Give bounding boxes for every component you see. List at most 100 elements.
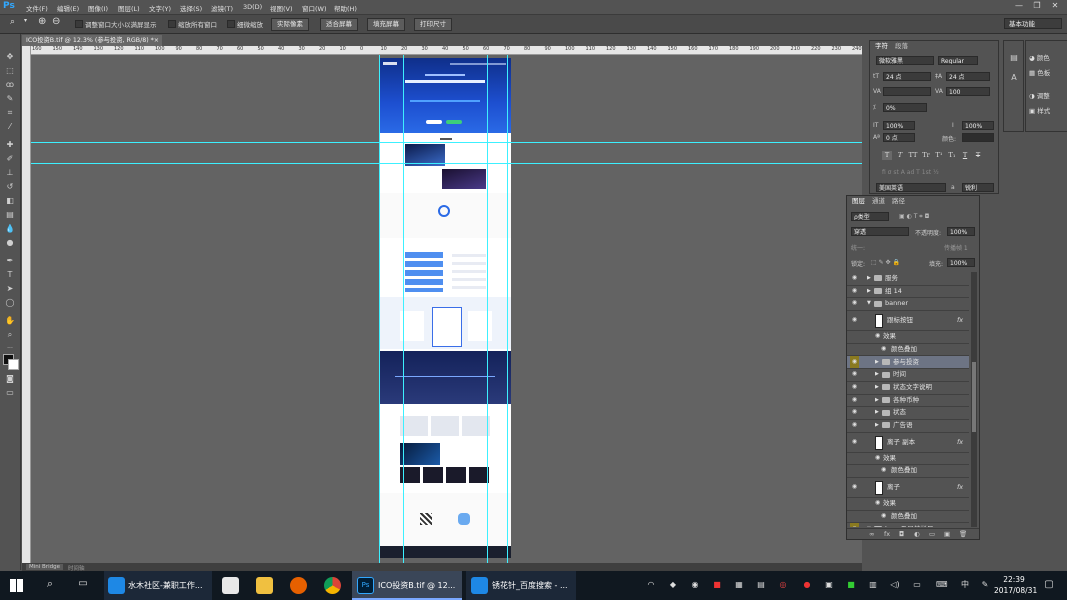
layers-action-icon[interactable]: ▣ [944,530,950,538]
tab-layers[interactable]: 图层 [849,196,868,206]
zoom-out-icon[interactable]: ⊖ [52,16,60,27]
leading-field[interactable]: 24 点 [946,72,990,81]
visibility-eye-icon[interactable]: ◉ [850,297,859,310]
dodge-tool-icon[interactable]: ● [4,238,16,248]
expand-down-icon[interactable]: ▼ [867,523,871,528]
expand-down-icon[interactable]: ▼ [867,297,871,310]
firefox-icon[interactable] [290,577,307,594]
color-panel-button[interactable]: ◕ 颜色 [1029,52,1050,62]
layers-scrollbar[interactable] [971,272,977,527]
lock-icons[interactable]: ⬚ ✎ ✥ 🔒 [871,259,900,266]
character-panel-icon[interactable]: A [1008,73,1020,83]
fx-icon[interactable]: fx [957,477,963,497]
vertical-scale-field[interactable]: 100% [883,121,915,130]
small-caps-button[interactable]: Tr [921,151,931,160]
menu-layer[interactable]: 图层(L) [118,3,140,13]
visibility-eye-icon[interactable]: ◉ [850,381,859,394]
fill-screen-button[interactable]: 填充屏幕 [367,18,405,31]
layer-row[interactable]: ◉ ▼ banner [847,297,969,312]
shape-tool-icon[interactable]: ◯ [4,298,16,308]
tsume-field[interactable]: 0% [883,103,927,112]
font-family-select[interactable]: 微软雅黑 [876,56,934,65]
move-tool-icon[interactable]: ✥ [4,52,16,62]
expand-right-icon[interactable]: ▶ [875,368,879,381]
layer-row[interactable]: ◉ ▶ 广告语 [847,419,969,433]
task-photoshop[interactable]: Ps ICO投资B.tif @ 12... [352,571,462,600]
layer-effect-row[interactable]: ◉ 效果 [847,330,969,344]
tray-app-icon[interactable]: ▤ [756,580,766,590]
tray-app-icon[interactable]: ▦ [734,580,744,590]
resize-windows-checkbox[interactable] [75,20,83,28]
clock[interactable]: 22:39 2017/08/31 [994,574,1037,596]
tab-paths[interactable]: 路径 [889,196,908,206]
layer-row[interactable]: ◉ fx 跟标按钮 [847,310,969,332]
history-brush-icon[interactable]: ↺ [4,182,16,192]
chrome-icon[interactable] [324,577,341,594]
layers-action-icon[interactable]: 🗑 [959,530,967,538]
file-explorer-icon[interactable] [256,577,273,594]
visibility-eye-icon[interactable]: ◉ [850,432,859,452]
layer-filter-icons[interactable]: ▣ ◐ T ⌗ ◘ [899,213,929,221]
zoom-tool-icon[interactable]: ⌕ [10,17,15,27]
fx-icon[interactable]: fx [957,432,963,452]
history-panel-icon[interactable]: ▤ [1008,53,1020,63]
font-style-select[interactable]: Regular [938,56,978,65]
text-color-swatch[interactable] [962,133,994,142]
menu-window[interactable]: 窗口(W) [302,3,327,13]
more-tools-icon[interactable]: ··· [4,344,16,354]
menu-edit[interactable]: 编辑(E) [57,3,79,13]
underline-button[interactable]: T [960,151,970,160]
menu-type[interactable]: 文字(Y) [149,3,171,13]
layer-effect-row[interactable]: ◉ 颜色叠加 [847,343,969,357]
fill-field[interactable]: 100% [947,258,975,267]
menu-filter[interactable]: 滤镜(T) [211,3,233,13]
windows-start-icon[interactable] [10,579,23,592]
document-canvas[interactable] [380,58,511,558]
zoom-all-windows-checkbox[interactable] [168,20,176,28]
task-edge-baidu[interactable]: 锈花针_百度搜索 - ... [466,571,576,600]
tracking-field[interactable]: 100 [946,87,990,96]
tray-app-icon[interactable]: ● [802,580,812,590]
mini-bridge-tab[interactable]: Mini Bridge [26,564,63,570]
layers-action-icon[interactable]: ∞ [869,530,874,538]
document-tab[interactable]: ICO投资B.tif @ 12.3% (参与投资, RGB/8) * × [22,35,162,46]
effect-eye-icon[interactable]: ◉ [881,464,886,477]
adjustments-panel-button[interactable]: ◑ 调整 [1029,90,1050,100]
tray-app-icon[interactable]: ◆ [668,580,678,590]
close-tab-icon[interactable]: × [154,35,159,46]
visibility-eye-icon[interactable]: ◉ [850,355,859,369]
tray-app-icon[interactable]: ■ [712,580,722,590]
fit-screen-button[interactable]: 适合屏幕 [320,18,358,31]
visibility-eye-icon[interactable]: ◉ [850,477,859,497]
baseline-shift-field[interactable]: 0 点 [883,133,915,142]
battery-icon[interactable]: ▭ [912,580,922,590]
layer-row[interactable]: ◉ ▶ 状态文字说明 [847,381,969,395]
all-caps-button[interactable]: TT [908,151,918,160]
tray-app-icon[interactable]: ◎ [778,580,788,590]
screen-mode-icon[interactable]: ▭ [4,388,16,398]
workspace-select[interactable]: 基本功能 [1004,18,1062,29]
swatches-panel-button[interactable]: ▦ 色板 [1029,67,1050,77]
tray-app-icon[interactable]: ▥ [868,580,878,590]
antialias-select[interactable]: 锐利 [962,183,994,192]
layers-action-icon[interactable]: ▭ [929,530,935,538]
crop-tool-icon[interactable]: ⌗ [4,108,16,118]
layer-row[interactable]: ◉ ▶ 时间 [847,368,969,382]
search-icon[interactable]: ⌕ [43,578,57,589]
menu-help[interactable]: 帮助(H) [334,3,357,13]
hand-tool-icon[interactable]: ✋ [4,316,16,326]
layer-effect-row[interactable]: ◉ 效果 [847,452,969,466]
zoom-tool-icon-side[interactable]: ⌕ [4,330,16,340]
task-view-icon[interactable]: ▭ [76,579,90,589]
layer-row[interactable]: ◉ ▶ 组 14 [847,285,969,299]
background-color-swatch[interactable] [8,359,19,370]
tray-app-icon[interactable]: ■ [846,580,856,590]
restore-button[interactable]: ❐ [1028,0,1046,12]
layer-row[interactable]: ◉ fx 离子 [847,477,969,499]
lasso-tool-icon[interactable]: ꝏ [4,80,16,90]
expand-right-icon[interactable]: ▶ [875,406,879,419]
layer-row[interactable]: ◉ ▶ 服务 [847,272,969,286]
tray-app-icon[interactable]: ◉ [690,580,700,590]
styles-panel-button[interactable]: ▣ 样式 [1029,105,1050,115]
menu-select[interactable]: 选择(S) [180,3,202,13]
